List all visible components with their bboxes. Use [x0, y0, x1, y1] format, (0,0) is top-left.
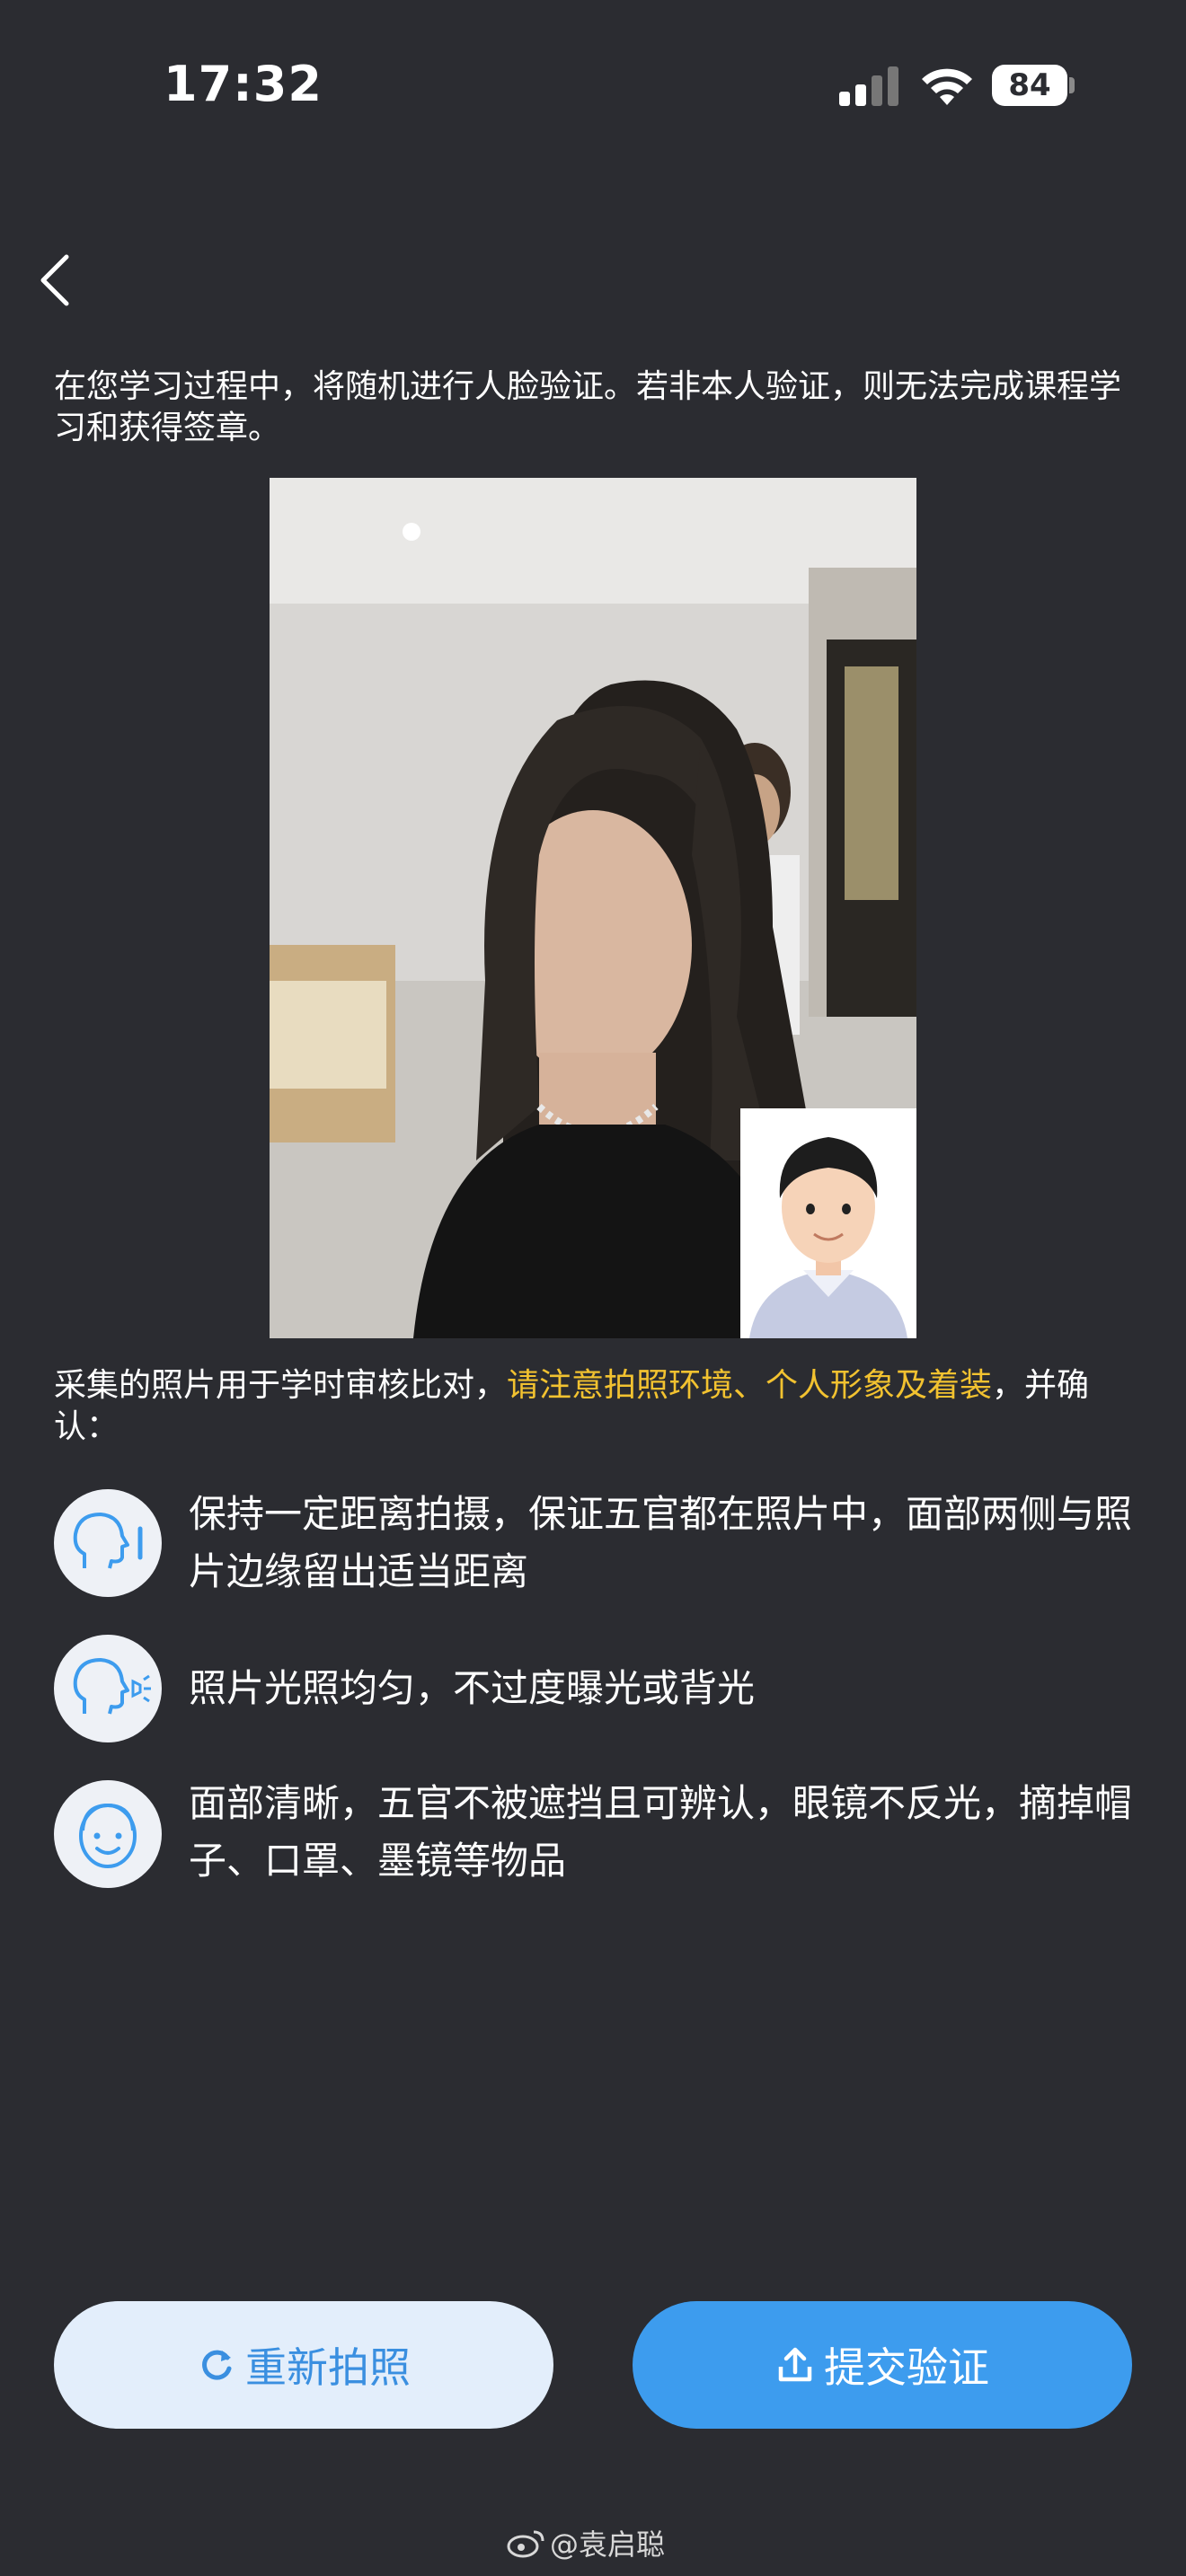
refresh-icon: [202, 2350, 232, 2380]
tip-text-lighting: 照片光照均匀，不过度曝光或背光: [189, 1666, 756, 1710]
reference-avatar-image: [740, 1108, 916, 1338]
face-distance-icon: [54, 1489, 162, 1597]
wifi-icon: [922, 68, 972, 105]
upload-icon: [778, 2347, 812, 2382]
retake-label: 重新拍照: [245, 2343, 411, 2392]
cellular-signal-icon: [839, 66, 900, 106]
photo-notice: 采集的照片用于学时审核比对，请注意拍照环境、个人形象及着装，并确认：: [54, 1365, 1141, 1448]
back-chevron-icon[interactable]: [36, 251, 75, 309]
tip-text-clarity: 面部清晰，五官不被遮挡且可辨认，眼镜不反光，摘掉帽子、口罩、墨镜等物品: [189, 1781, 1133, 1883]
smiling-face-icon: [54, 1780, 162, 1888]
face-light-icon: [54, 1635, 162, 1742]
retake-photo-button[interactable]: 重新拍照: [54, 2301, 553, 2429]
tip-text-distance: 保持一定距离拍摄，保证五官都在照片中，面部两侧与照片边缘留出适当距离: [189, 1492, 1133, 1593]
notice-highlight: 请注意拍照环境、个人形象及着装: [507, 1367, 993, 1404]
submit-verification-button[interactable]: 提交验证: [633, 2301, 1132, 2429]
battery-icon: 84: [992, 65, 1067, 106]
battery-cap: [1069, 77, 1075, 93]
intro-text: 在您学习过程中，将随机进行人脸验证。若非本人验证，则无法完成课程学习和获得签章。: [54, 368, 1122, 446]
submit-label: 提交验证: [824, 2343, 989, 2392]
weibo-watermark: @袁启聪: [507, 2522, 665, 2563]
weibo-logo-icon: [507, 2530, 544, 2558]
notice-prefix: 采集的照片用于学时审核比对，: [54, 1367, 508, 1404]
status-time: 17:32: [164, 56, 323, 112]
watermark-text: @袁启聪: [550, 2527, 666, 2562]
